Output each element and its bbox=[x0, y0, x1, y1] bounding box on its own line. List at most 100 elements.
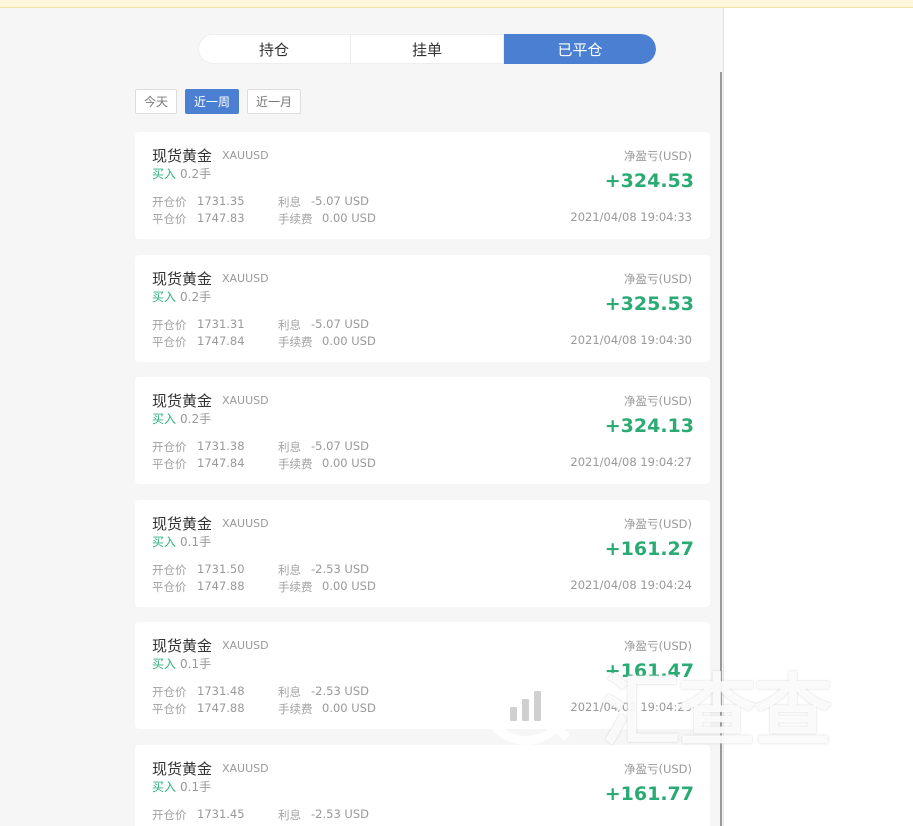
fee-value: 0.00 USD bbox=[322, 701, 376, 715]
filter-week-button[interactable]: 近一周 bbox=[185, 89, 240, 114]
open-price-label: 开仓价 bbox=[152, 440, 187, 454]
fee-label: 手续费 bbox=[278, 334, 313, 349]
tab-holdings[interactable]: 持仓 bbox=[198, 34, 351, 64]
close-price-label: 平仓价 bbox=[152, 457, 187, 471]
closed-positions-panel: 持仓 挂单 已平仓 今天 近一周 近一月 现货黄金 XAUUSD 买入 0.2手 开仓价… bbox=[0, 8, 722, 826]
close-price-value: 1747.83 bbox=[197, 211, 245, 225]
open-price-label: 开仓价 bbox=[152, 195, 187, 209]
open-price-value: 1731.35 bbox=[197, 194, 245, 208]
tab-closed-positions[interactable]: 已平仓 bbox=[504, 34, 656, 64]
instrument-name: 现货黄金 bbox=[152, 759, 213, 778]
instrument-name: 现货黄金 bbox=[152, 147, 213, 165]
interest-value: -5.07 USD bbox=[311, 194, 369, 208]
close-price-label: 平仓价 bbox=[152, 334, 187, 349]
filter-month-button[interactable]: 近一月 bbox=[247, 89, 302, 114]
open-price-value: 1731.50 bbox=[197, 561, 245, 576]
interest-value: -2.53 USD bbox=[311, 806, 369, 821]
instrument-symbol: XAUUSD bbox=[222, 394, 269, 407]
instrument-name: 现货黄金 bbox=[152, 269, 213, 288]
trade-direction: 买入 bbox=[152, 534, 177, 549]
close-price-value: 1747.84 bbox=[197, 333, 245, 348]
instrument-symbol: XAUUSD bbox=[222, 639, 269, 652]
trade-direction: 买入 bbox=[152, 779, 177, 794]
trade-lots: 0.2手 bbox=[180, 289, 212, 304]
net-pnl-value: +161.77 bbox=[604, 782, 694, 805]
close-price-label: 平仓价 bbox=[152, 579, 187, 594]
open-price-value: 1731.45 bbox=[197, 806, 245, 821]
close-time: 2021/04/08 19:04:33 bbox=[570, 210, 692, 224]
trade-lots: 0.2手 bbox=[180, 412, 212, 426]
open-price-value: 1731.38 bbox=[197, 439, 245, 453]
net-pnl-label: 净盈亏(USD) bbox=[623, 149, 692, 163]
trade-direction: 买入 bbox=[152, 167, 177, 181]
interest-label: 利息 bbox=[278, 317, 301, 332]
close-time: 2021/04/08 19:04:27 bbox=[570, 455, 692, 469]
open-price-value: 1731.31 bbox=[197, 316, 245, 331]
interest-label: 利息 bbox=[278, 807, 301, 822]
instrument-name: 现货黄金 bbox=[152, 392, 213, 410]
trade-card[interactable]: 现货黄金 XAUUSD 买入 0.2手开仓价 1731.38 利息 -5.07 USD 平仓价… bbox=[135, 377, 710, 484]
tab-pending-orders[interactable]: 挂单 bbox=[351, 34, 504, 64]
top-notice-strip bbox=[0, 0, 913, 8]
fee-value: 0.00 USD bbox=[322, 456, 376, 470]
instrument-name: 现货黄金 bbox=[152, 514, 213, 533]
close-time: 2021/04/08 19:04:30 bbox=[570, 332, 692, 347]
trade-lots: 0.2手 bbox=[180, 167, 212, 181]
instrument-symbol: XAUUSD bbox=[222, 149, 269, 162]
open-price-label: 开仓价 bbox=[152, 807, 187, 822]
net-pnl-label: 净盈亏(USD) bbox=[623, 271, 692, 286]
trade-direction: 买入 bbox=[152, 289, 177, 304]
net-pnl-label: 净盈亏(USD) bbox=[623, 639, 692, 653]
close-time: 2021/04/08 19:04:24 bbox=[570, 577, 692, 592]
trade-lots: 0.1手 bbox=[180, 657, 212, 671]
close-time: 2021/04/08 19:04:20 bbox=[570, 700, 692, 714]
scrollbar[interactable] bbox=[720, 72, 722, 826]
trade-direction: 买入 bbox=[152, 657, 177, 671]
fee-label: 手续费 bbox=[278, 702, 313, 716]
interest-label: 利息 bbox=[278, 685, 301, 699]
fee-label: 手续费 bbox=[278, 579, 313, 594]
trade-list: 现货黄金 XAUUSD 买入 0.2手 开仓价 1731.35 利息 -5.07 USD 平仓价… bbox=[135, 132, 710, 826]
trade-card[interactable]: 现货黄金 XAUUSD 买入 0.2手开仓价 1731.35 利息 -5.07 USD 平仓价… bbox=[135, 132, 710, 239]
net-pnl-value: +161.27 bbox=[604, 537, 694, 560]
close-price-value: 1747.88 bbox=[197, 701, 245, 715]
net-pnl-label: 净盈亏(USD) bbox=[623, 516, 692, 531]
net-pnl-label: 净盈亏(USD) bbox=[623, 394, 692, 408]
close-price-value: 1747.84 bbox=[197, 456, 245, 470]
fee-value: 0.00 USD bbox=[322, 578, 376, 593]
net-pnl-value: +161.47 bbox=[604, 660, 694, 682]
open-price-label: 开仓价 bbox=[152, 317, 187, 332]
instrument-name: 现货黄金 bbox=[152, 637, 213, 655]
trade-lots: 0.1手 bbox=[180, 779, 212, 794]
trade-lots: 0.1手 bbox=[180, 534, 212, 549]
trade-card[interactable]: 现货黄金 XAUUSD 买入 0.1手 开仓价 1731.50 利息 -2.53 USD 平仓价… bbox=[135, 499, 710, 607]
date-range-filter: 今天 近一周 近一月 bbox=[135, 89, 302, 114]
net-pnl-value: +325.53 bbox=[604, 292, 694, 315]
close-price-label: 平仓价 bbox=[152, 212, 187, 226]
interest-label: 利息 bbox=[278, 562, 301, 577]
trade-card[interactable]: 现货黄金 XAUUSD 买入 0.1手开仓价 1731.48 利息 -2.53 USD 平仓价… bbox=[135, 622, 710, 729]
fee-value: 0.00 USD bbox=[322, 211, 376, 225]
trade-card[interactable]: 现货黄金XAUUSD买入0.1手开仓价1731.45利息-2.53 USD平仓价… bbox=[135, 744, 710, 826]
filter-today-button[interactable]: 今天 bbox=[135, 89, 178, 114]
close-price-label: 平仓价 bbox=[152, 702, 187, 716]
interest-value: -5.07 USD bbox=[311, 439, 369, 453]
interest-value: -2.53 USD bbox=[311, 684, 369, 698]
interest-label: 利息 bbox=[278, 195, 301, 209]
open-price-label: 开仓价 bbox=[152, 562, 187, 577]
fee-label: 手续费 bbox=[278, 457, 313, 471]
fee-label: 手续费 bbox=[278, 212, 313, 226]
fee-value: 0.00 USD bbox=[322, 333, 376, 348]
interest-value: -5.07 USD bbox=[311, 316, 369, 331]
net-pnl-label: 净盈亏(USD) bbox=[623, 761, 692, 776]
trade-card[interactable]: 现货黄金 XAUUSD 买入 0.2手 开仓价 1731.31 利息 -5.07 USD 平仓价… bbox=[135, 254, 710, 362]
position-tabs: 持仓 挂单 已平仓 bbox=[198, 34, 656, 64]
net-pnl-value: +324.53 bbox=[604, 170, 694, 192]
open-price-label: 开仓价 bbox=[152, 685, 187, 699]
open-price-value: 1731.48 bbox=[197, 684, 245, 698]
instrument-symbol: XAUUSD bbox=[222, 761, 269, 775]
interest-label: 利息 bbox=[278, 440, 301, 454]
right-side-panel bbox=[723, 8, 913, 826]
trade-direction: 买入 bbox=[152, 412, 177, 426]
net-pnl-value: +324.13 bbox=[604, 415, 694, 437]
